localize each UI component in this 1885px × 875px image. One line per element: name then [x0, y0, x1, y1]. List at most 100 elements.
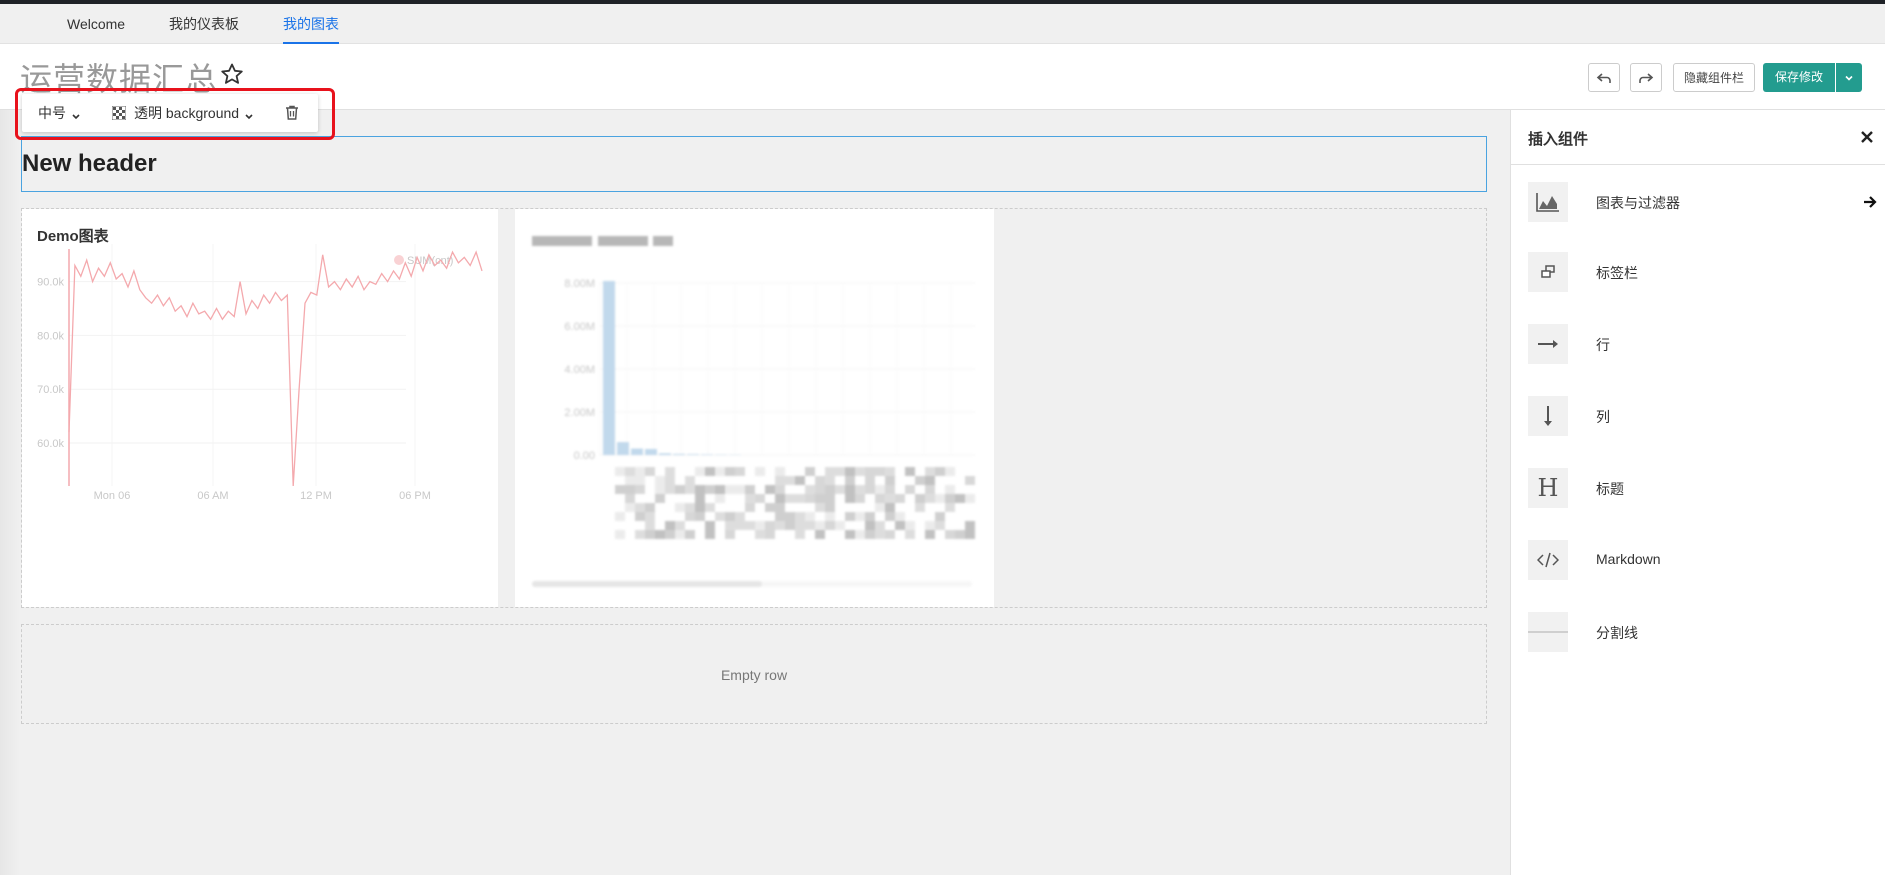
y-tick-label: 0.00	[574, 450, 595, 462]
size-dropdown-label: 中号	[38, 105, 66, 121]
blurred-axis-label	[865, 476, 875, 485]
bar	[631, 448, 643, 455]
component-label: 标题	[1596, 481, 1624, 497]
blurred-axis-label	[655, 530, 665, 539]
blurred-axis-label	[665, 476, 675, 485]
blurred-axis-label	[835, 485, 845, 494]
x-tick-label: Mon 06	[94, 490, 131, 502]
blurred-axis-label	[685, 476, 695, 485]
blurred-axis-label	[915, 494, 925, 503]
save-dropdown-button[interactable]	[1836, 63, 1862, 92]
component-tabs[interactable]: 标签栏	[1528, 252, 1878, 292]
bar	[645, 448, 657, 455]
bar	[701, 454, 713, 455]
x-tick-label: 06 AM	[197, 490, 228, 502]
divider-icon	[1528, 612, 1568, 652]
blurred-axis-label	[865, 467, 875, 476]
chart-card-blurred[interactable]: 0.00 2.00M 4.00M 6.00M 8.00M	[515, 209, 994, 607]
blurred-axis-label	[885, 503, 895, 512]
tab-welcome[interactable]: Welcome	[67, 4, 125, 44]
undo-icon	[1596, 72, 1611, 83]
blurred-axis-label	[695, 485, 705, 494]
component-divider[interactable]: 分割线	[1528, 612, 1878, 652]
blurred-axis-label	[865, 530, 875, 539]
blurred-axis-label	[685, 485, 695, 494]
blurred-axis-label	[665, 530, 675, 539]
blurred-axis-label	[875, 467, 885, 476]
blurred-axis-label	[805, 521, 815, 530]
blurred-axis-label	[745, 521, 755, 530]
blurred-axis-label	[765, 530, 775, 539]
component-row[interactable]: 行	[1528, 324, 1878, 364]
empty-row[interactable]: Empty row	[21, 624, 1487, 724]
blurred-axis-label	[625, 476, 635, 485]
blurred-axis-label	[885, 530, 895, 539]
blurred-axis-label	[695, 494, 705, 503]
blurred-axis-label	[905, 521, 915, 530]
bar	[673, 453, 685, 455]
trash-icon[interactable]	[285, 105, 299, 120]
blurred-axis-label	[665, 521, 675, 530]
canvas-left-shade	[0, 110, 20, 875]
tab-my-charts[interactable]: 我的图表	[283, 4, 339, 44]
blurred-axis-label	[625, 494, 635, 503]
blurred-axis-label	[925, 476, 935, 485]
chevron-down-icon	[245, 114, 253, 120]
blurred-axis-label	[845, 494, 855, 503]
close-icon[interactable]	[1859, 129, 1875, 145]
header-component[interactable]: New header	[21, 136, 1487, 192]
arrow-right-long-icon	[1528, 324, 1568, 364]
blurred-axis-label	[735, 512, 745, 521]
component-charts-filters[interactable]: 图表与过滤器	[1528, 182, 1878, 222]
size-dropdown[interactable]: 中号	[38, 103, 82, 123]
chart-card-demo[interactable]: Demo图表 60.0k 70.0k 80.0k 90.0k Mon 06 06 AM 12…	[22, 209, 498, 607]
blurred-axis-label	[865, 512, 875, 521]
y-tick-label: 70.0k	[37, 384, 64, 396]
scrollbar-thumb	[532, 581, 762, 587]
blurred-axis-label	[825, 476, 835, 485]
y-tick-label: 6.00M	[564, 321, 595, 333]
header-component-text[interactable]: New header	[22, 150, 157, 178]
undo-button[interactable]	[1588, 63, 1620, 92]
blurred-axis-label	[645, 530, 655, 539]
blurred-axis-label	[925, 494, 935, 503]
tabs-icon	[1528, 252, 1568, 292]
hide-components-button[interactable]: 隐藏组件栏	[1673, 63, 1755, 92]
blurred-axis-label	[935, 467, 945, 476]
panel-header: 插入组件	[1511, 110, 1885, 165]
save-changes-button[interactable]: 保存修改	[1763, 63, 1835, 92]
blurred-axis-label	[945, 503, 955, 512]
blurred-axis-label	[805, 512, 815, 521]
blurred-axis-label	[775, 467, 785, 476]
component-header[interactable]: H 标题	[1528, 468, 1878, 508]
blurred-axis-label	[945, 467, 955, 476]
blurred-axis-label	[875, 485, 885, 494]
y-tick-label: 2.00M	[564, 407, 595, 419]
component-column[interactable]: 列	[1528, 396, 1878, 436]
blurred-axis-label	[735, 467, 745, 476]
blurred-axis-label	[945, 494, 955, 503]
blurred-axis-label	[875, 521, 885, 530]
component-markdown[interactable]: Markdown	[1528, 540, 1878, 580]
blurred-axis-label	[935, 512, 945, 521]
blurred-axis-label	[685, 530, 695, 539]
bar-chart-blurred: 0.00 2.00M 4.00M 6.00M 8.00M	[532, 236, 975, 587]
blurred-axis-label	[675, 485, 685, 494]
blurred-axis-label	[665, 485, 675, 494]
bar	[617, 442, 629, 455]
blurred-axis-label	[915, 476, 925, 485]
blurred-axis-label	[845, 476, 855, 485]
background-dropdown[interactable]: 透明 background	[112, 103, 255, 123]
nav-bar: Welcome 我的仪表板 我的图表	[0, 4, 1885, 44]
component-label: 标签栏	[1596, 265, 1638, 281]
blurred-axis-label	[965, 521, 975, 530]
blurred-axis-label	[885, 512, 895, 521]
star-icon[interactable]	[220, 62, 244, 86]
tab-my-dashboards[interactable]: 我的仪表板	[169, 4, 239, 44]
blurred-axis-label	[715, 467, 725, 476]
blurred-axis-label	[765, 521, 775, 530]
blurred-axis-label	[875, 494, 885, 503]
blurred-axis-label	[945, 485, 955, 494]
x-tick-label: 06 PM	[399, 490, 431, 502]
redo-button[interactable]	[1630, 63, 1662, 92]
